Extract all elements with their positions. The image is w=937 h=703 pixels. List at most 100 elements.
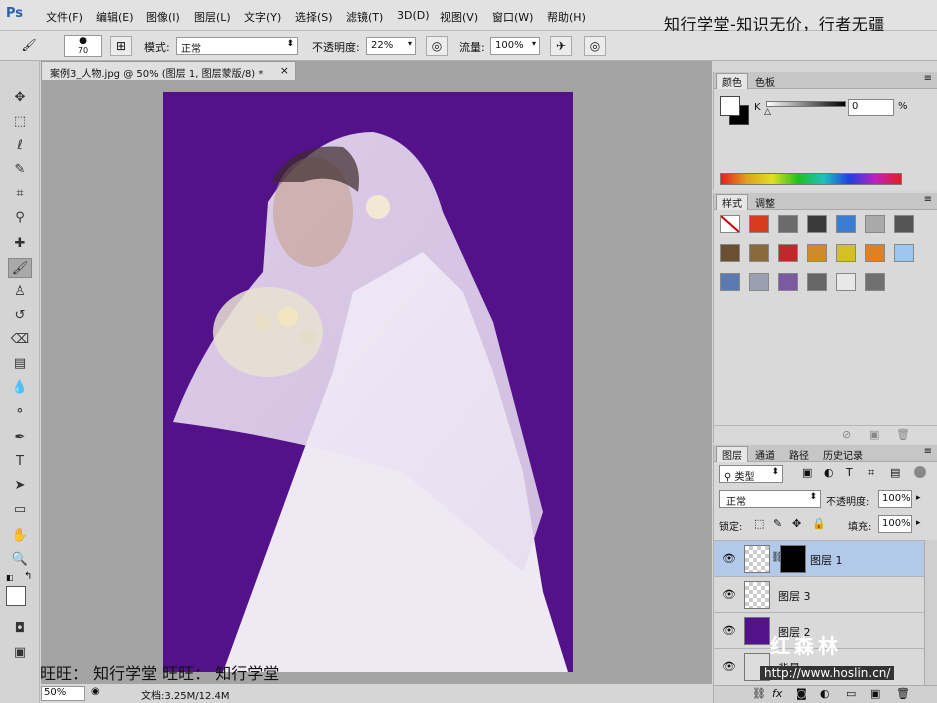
swap-colors-icon[interactable]: ↰ — [24, 571, 32, 582]
pen-tool-icon[interactable]: ✒ — [8, 428, 32, 448]
style-swatch[interactable] — [778, 244, 798, 262]
menu-image[interactable]: 图像(I) — [146, 9, 180, 25]
history-brush-tool-icon[interactable]: ↺ — [8, 306, 32, 326]
brush-size-picker[interactable]: ● 70 — [64, 35, 102, 57]
lock-all-icon[interactable]: 🔒 — [812, 517, 826, 530]
group-folder-icon[interactable]: ▭ — [846, 687, 856, 700]
style-swatch[interactable] — [836, 215, 856, 233]
style-swatch[interactable] — [836, 244, 856, 262]
delete-style-icon[interactable]: 🗑 — [896, 428, 910, 441]
mode-select[interactable]: 正常 ⬍ — [176, 37, 298, 55]
dodge-tool-icon[interactable]: ⚬ — [8, 402, 32, 422]
clone-stamp-tool-icon[interactable]: ♙ — [8, 282, 32, 302]
layer-filter-select[interactable]: ⚲ 类型 ⬍ — [719, 465, 783, 483]
style-swatch[interactable] — [836, 273, 856, 291]
menu-select[interactable]: 选择(S) — [295, 9, 333, 25]
lock-transparency-icon[interactable]: ⬚ — [754, 517, 764, 530]
canvas[interactable] — [163, 92, 573, 672]
default-colors-icon[interactable]: ◧ — [6, 573, 14, 582]
style-swatch[interactable] — [865, 244, 885, 262]
layer-row-layer3[interactable]: 👁 图层 3 — [714, 576, 924, 612]
close-icon[interactable]: × — [280, 64, 289, 77]
tab-styles[interactable]: 样式 — [716, 194, 748, 210]
flow-field[interactable]: 100% ▾ — [490, 37, 540, 55]
style-swatch[interactable] — [807, 215, 827, 233]
layer-style-icon[interactable]: fx — [772, 687, 782, 700]
document-tab[interactable]: 案例3_人物.jpg @ 50% (图层 1, 图层蒙版/8) * × — [41, 61, 296, 80]
menu-edit[interactable]: 编辑(E) — [96, 9, 134, 25]
menu-view[interactable]: 视图(V) — [440, 9, 478, 25]
tab-adjustments[interactable]: 调整 — [750, 195, 780, 210]
crop-tool-icon[interactable]: ⌗ — [8, 184, 32, 204]
chevron-right-icon[interactable]: ▸ — [916, 518, 921, 528]
brush-panel-icon[interactable]: ⊞ — [110, 36, 132, 56]
new-style-icon[interactable]: ▣ — [869, 428, 879, 441]
link-layers-icon[interactable]: ⛓ — [752, 687, 766, 700]
filter-adjustment-icon[interactable]: ◐ — [824, 466, 834, 479]
zoom-tool-icon[interactable]: 🔍 — [8, 550, 32, 570]
menu-type[interactable]: 文字(Y) — [244, 9, 281, 25]
brush-tool-icon[interactable]: 🖌 — [8, 258, 32, 278]
filter-toggle-icon[interactable] — [914, 466, 926, 478]
screen-mode-icon[interactable]: ▣ — [8, 643, 32, 663]
layers-scrollbar[interactable] — [924, 540, 937, 685]
status-menu-icon[interactable]: ◉ — [91, 686, 100, 697]
filter-type-icon[interactable]: T — [846, 466, 853, 479]
menu-3d[interactable]: 3D(D) — [397, 9, 430, 22]
filter-pixel-icon[interactable]: ▣ — [802, 466, 812, 479]
add-mask-icon[interactable]: ◙ — [796, 687, 807, 700]
blur-tool-icon[interactable]: 💧 — [8, 378, 32, 398]
color-spectrum[interactable] — [720, 173, 902, 185]
style-swatch[interactable] — [749, 273, 769, 291]
filter-smart-object-icon[interactable]: ▤ — [890, 466, 900, 479]
new-layer-icon[interactable]: ▣ — [870, 687, 880, 700]
style-swatch[interactable] — [749, 244, 769, 262]
fg-color-swatch[interactable] — [720, 96, 740, 116]
lock-position-icon[interactable]: ✥ — [792, 517, 801, 530]
layer-mask-thumbnail[interactable] — [780, 545, 806, 573]
gradient-tool-icon[interactable]: ▤ — [8, 354, 32, 374]
blend-mode-select[interactable]: 正常 ⬍ — [719, 490, 821, 508]
pressure-size-icon[interactable]: ◎ — [584, 36, 606, 56]
layer-opacity-field[interactable]: 100% — [878, 490, 912, 508]
fill-field[interactable]: 100% — [878, 515, 912, 533]
tab-history[interactable]: 历史记录 — [818, 447, 868, 462]
menu-layer[interactable]: 图层(L) — [194, 9, 231, 25]
style-swatch[interactable] — [865, 215, 885, 233]
filter-shape-icon[interactable]: ⌗ — [868, 466, 874, 480]
quick-mask-icon[interactable]: ◘ — [8, 619, 32, 639]
k-slider[interactable] — [766, 101, 846, 107]
foreground-color-swatch[interactable] — [6, 586, 26, 606]
style-swatch[interactable] — [720, 215, 740, 233]
zoom-field[interactable]: 50% — [41, 686, 85, 701]
delete-layer-icon[interactable]: 🗑 — [896, 687, 910, 700]
style-swatch[interactable] — [720, 273, 740, 291]
style-swatch[interactable] — [807, 273, 827, 291]
pressure-opacity-icon[interactable]: ◎ — [426, 36, 448, 56]
move-tool-icon[interactable]: ✥ — [8, 88, 32, 108]
style-swatch[interactable] — [865, 273, 885, 291]
path-select-tool-icon[interactable]: ➤ — [8, 476, 32, 496]
style-swatch[interactable] — [778, 215, 798, 233]
quick-select-tool-icon[interactable]: ✎ — [8, 160, 32, 180]
menu-help[interactable]: 帮助(H) — [547, 9, 586, 25]
eye-icon[interactable]: 👁 — [722, 588, 736, 601]
tab-swatches[interactable]: 色板 — [750, 74, 780, 89]
style-swatch[interactable] — [807, 244, 827, 262]
type-tool-icon[interactable]: T — [8, 452, 32, 472]
panel-menu-icon[interactable]: ≡ — [924, 194, 932, 205]
menu-file[interactable]: 文件(F) — [46, 9, 83, 25]
menu-window[interactable]: 窗口(W) — [492, 9, 533, 25]
clear-style-icon[interactable]: ⊘ — [842, 428, 851, 441]
tab-color[interactable]: 颜色 — [716, 73, 748, 89]
layer-row-layer1[interactable]: 👁 ⛓ 图层 1 — [714, 540, 924, 576]
style-swatch[interactable] — [894, 244, 914, 262]
panel-menu-icon[interactable]: ≡ — [924, 446, 932, 457]
tab-layers[interactable]: 图层 — [716, 446, 748, 462]
lasso-tool-icon[interactable]: ℓ — [8, 136, 32, 156]
style-swatch[interactable] — [778, 273, 798, 291]
eye-icon[interactable]: 👁 — [722, 624, 736, 637]
hand-tool-icon[interactable]: ✋ — [8, 526, 32, 546]
slider-handle-icon[interactable]: △ — [764, 107, 771, 117]
lock-paint-icon[interactable]: ✎ — [773, 517, 782, 530]
